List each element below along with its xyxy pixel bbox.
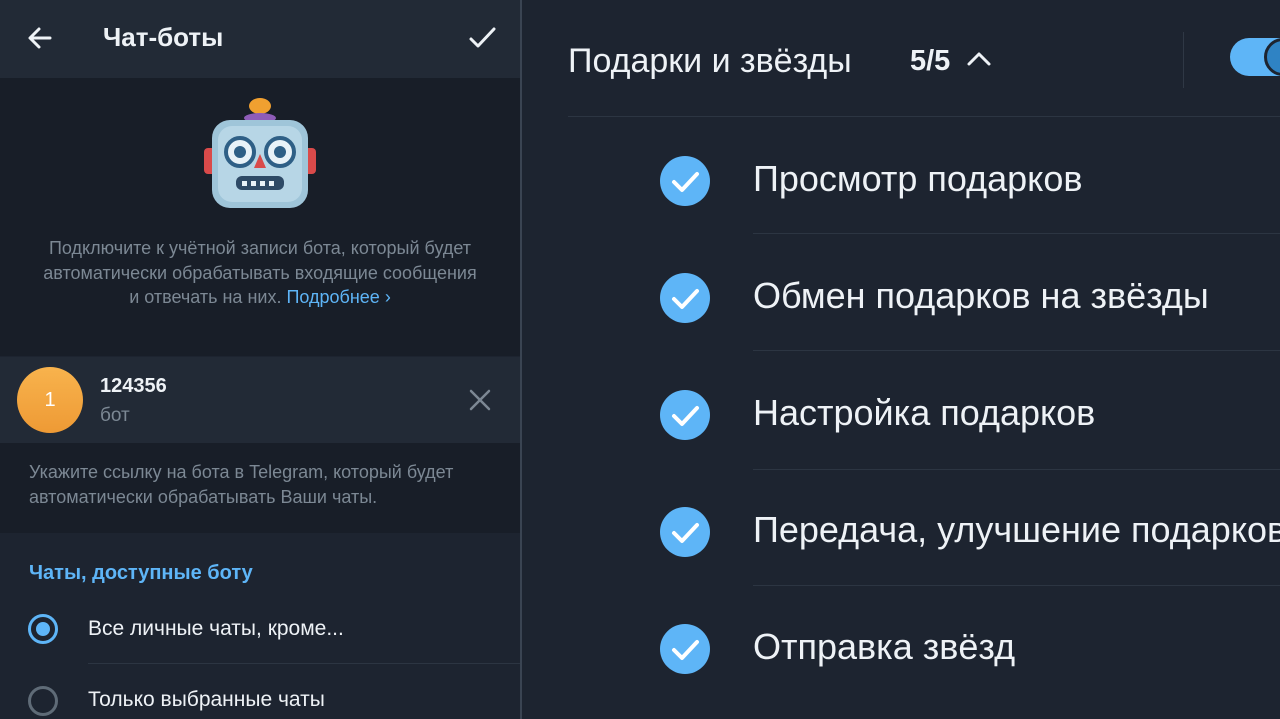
divider [568,116,1280,117]
bot-link-hint: Укажите ссылку на бота в Telegram, котор… [29,462,454,507]
remove-bot-close-icon[interactable] [466,386,494,414]
divider [88,663,520,664]
section-title-chats: Чаты, доступные боту [29,562,253,584]
page-title: Чат-боты [103,22,224,52]
bot-name: 124356 [100,375,167,397]
radio-unselected-icon[interactable] [28,686,58,716]
radio-label: Все личные чаты, кроме... [88,617,344,640]
back-arrow-icon[interactable] [24,22,56,54]
permission-item-transfer-upgrade[interactable]: Передача, улучшение подарков [522,473,1280,589]
permission-item-exchange-gifts[interactable]: Обмен подарков на звёзды [522,239,1280,355]
gifts-permissions-panel: Подарки и звёзды 5/5 Просмотр подарков О… [522,0,1280,719]
permission-item-send-stars[interactable]: Отправка звёзд [522,590,1280,706]
hint-block: Укажите ссылку на бота в Telegram, котор… [0,443,520,533]
divider [753,233,1280,234]
permission-item-gift-settings[interactable]: Настройка подарков [522,356,1280,472]
chatbots-settings-panel: Чат-боты Подключите к учётной записи бот… [0,0,520,719]
checkbox-checked-icon[interactable] [660,624,710,674]
permission-label: Передача, улучшение подарков [753,509,1280,550]
radio-option-all-chats[interactable]: Все личные чаты, кроме... [0,595,520,663]
description-body: Подключите к учётной записи бота, которы… [43,238,477,307]
chevron-up-icon[interactable] [966,46,992,72]
checkbox-checked-icon[interactable] [660,156,710,206]
divider [753,585,1280,586]
hero-section: Подключите к учётной записи бота, которы… [0,78,520,356]
permission-label: Настройка подарков [753,392,1096,433]
radio-selected-icon[interactable] [28,614,58,644]
robot-icon [204,98,316,208]
confirm-check-icon[interactable] [466,22,498,54]
checkbox-checked-icon[interactable] [660,273,710,323]
checkbox-checked-icon[interactable] [660,507,710,557]
bot-item[interactable]: 1 124356 бот [0,357,520,443]
bot-avatar: 1 [17,367,83,433]
checkbox-checked-icon[interactable] [660,390,710,440]
radio-option-selected-chats[interactable]: Только выбранные чаты [0,666,520,719]
permission-label: Просмотр подарков [753,158,1083,199]
app-bar: Чат-боты [0,0,520,78]
divider [753,350,1280,351]
screen: Чат-боты Подключите к учётной записи бот… [0,0,1280,719]
header-divider [1183,32,1184,88]
description-text: Подключите к учётной записи бота, которы… [40,236,480,310]
permissions-count: 5/5 [910,45,951,77]
permission-label: Отправка звёзд [753,626,1016,667]
learn-more-link[interactable]: Подробнее › [286,287,390,307]
section-header-title[interactable]: Подарки и звёзды [568,42,852,81]
permission-label: Обмен подарков на звёзды [753,275,1209,316]
permission-item-view-gifts[interactable]: Просмотр подарков [522,122,1280,238]
radio-label: Только выбранные чаты [88,688,325,711]
bot-subtitle: бот [100,405,130,426]
divider [753,469,1280,470]
